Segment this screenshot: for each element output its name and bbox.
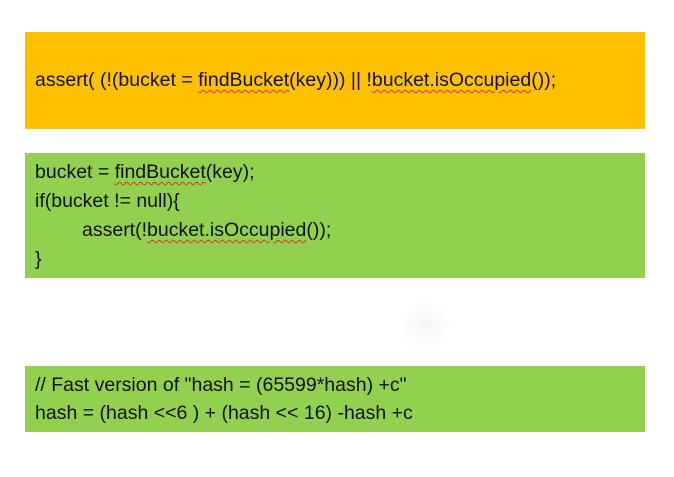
if-version-block: bucket = findBucket(key); if(bucket != n… <box>25 153 645 278</box>
code-text: ()); <box>531 69 557 91</box>
hash-snippet-block: // Fast version of "hash = (65599*hash) … <box>25 366 645 432</box>
code-line: assert( (!(bucket = findBucket(key))) ||… <box>35 66 556 94</box>
code-text: ()); <box>306 219 332 241</box>
code-line: assert(!bucket.isOccupied()); <box>82 216 331 244</box>
code-line: } <box>35 248 42 270</box>
code-comment-line: // Fast version of "hash = (65599*hash) … <box>35 374 407 396</box>
spellcheck-word: bucket.isOccupied <box>147 219 307 241</box>
code-text: assert(! <box>82 219 148 241</box>
code-text: assert( (!(bucket = <box>35 69 199 91</box>
spellcheck-word: findBucket <box>114 161 206 183</box>
code-line: if(bucket != null){ <box>35 190 180 212</box>
code-line: bucket = findBucket(key); <box>35 158 255 186</box>
assert-one-line-block: assert( (!(bucket = findBucket(key))) ||… <box>25 32 645 129</box>
code-text: bucket = <box>35 161 115 183</box>
code-text: (key))) || ! <box>289 69 372 91</box>
code-line: hash = (hash <<6 ) + (hash << 16) -hash … <box>35 402 413 424</box>
background-glow <box>395 300 455 350</box>
code-text: (key); <box>205 161 255 183</box>
spellcheck-word: findBucket <box>198 69 290 91</box>
spellcheck-word: bucket.isOccupied <box>371 69 532 91</box>
